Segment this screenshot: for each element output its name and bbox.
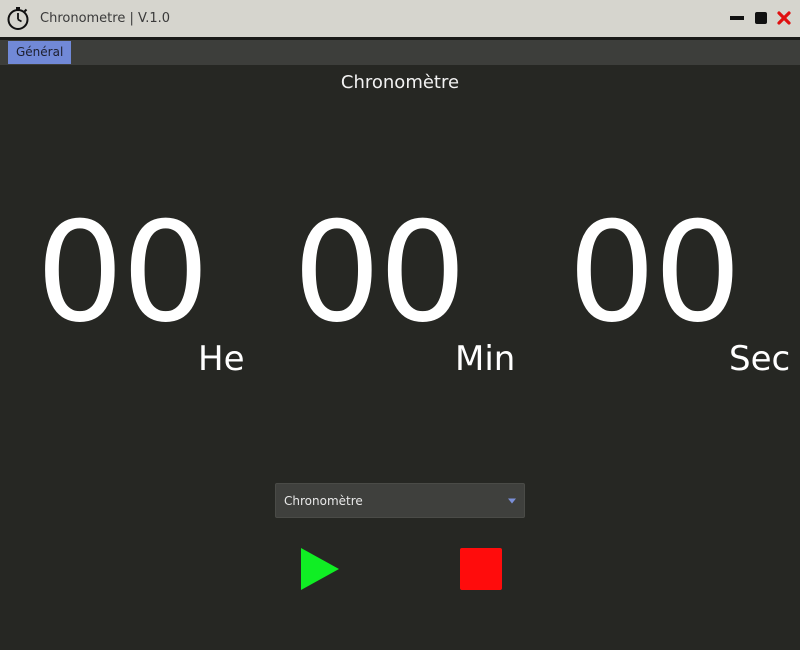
maximize-icon[interactable] [752,9,770,27]
mode-select[interactable]: Chronomètre [275,483,525,518]
stopwatch-icon [7,7,29,30]
stop-button[interactable] [460,548,502,590]
chevron-down-icon [508,498,516,504]
window-title: Chronometre | V.1.0 [40,11,171,26]
hours-display: 00 [36,192,210,353]
stopwatch-app-window: Chronometre | V.1.0 Général Chronomètre … [0,0,800,650]
title-bar[interactable]: Chronometre | V.1.0 [0,0,800,37]
page-title: Chronomètre [340,72,460,93]
menu-item-general[interactable]: Général [8,41,72,64]
play-button[interactable] [298,545,342,593]
minutes-display: 00 [293,192,467,353]
hours-label: He [198,339,245,379]
close-icon[interactable] [775,9,793,27]
mode-select-value: Chronomètre [284,494,363,508]
menu-bar: Général [0,40,800,65]
play-icon [301,548,339,590]
minimize-icon[interactable] [728,9,746,27]
seconds-display: 00 [568,192,742,353]
seconds-label: Sec [729,339,791,379]
minutes-label: Min [455,339,516,379]
